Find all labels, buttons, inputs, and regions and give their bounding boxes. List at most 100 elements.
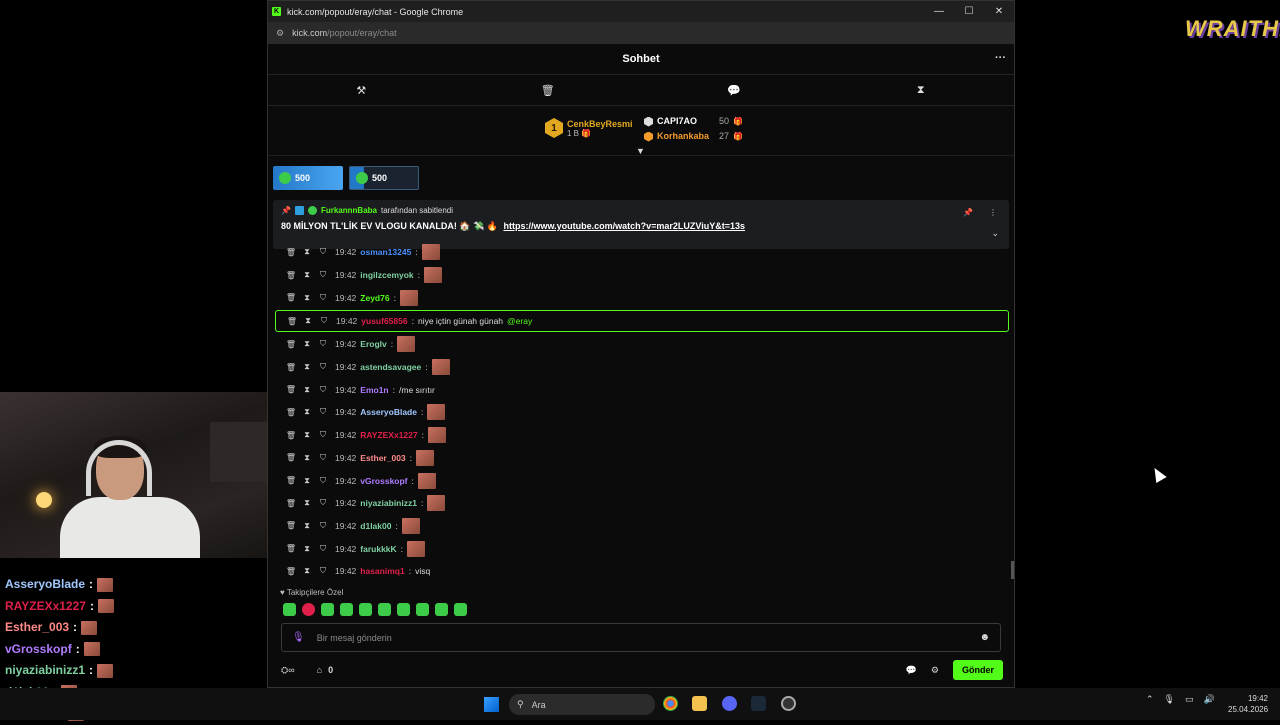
emote-button[interactable] (397, 603, 410, 616)
taskbar-clock[interactable]: 19:42 25.04.2026 (1228, 693, 1268, 715)
hourglass-icon[interactable]: ⧗ (301, 476, 313, 486)
chat-message[interactable]: 🗑 ⧗ ⛉ 19:42 d1lak00: (275, 515, 1009, 538)
hourglass-icon[interactable]: ⧗ (301, 339, 313, 349)
emote-button[interactable] (378, 603, 391, 616)
close-button[interactable]: ✕ (984, 6, 1014, 17)
chat-message[interactable]: 🗑 ⧗ ⛉ 19:42 Zeyd76: (275, 286, 1009, 309)
gift-box-icon[interactable]: ⌂ (317, 665, 322, 675)
trash-icon[interactable]: 🗑 (286, 317, 298, 326)
hourglass-icon[interactable]: ⧗ (301, 566, 313, 576)
app-icon[interactable] (781, 696, 796, 711)
trash-icon[interactable]: 🗑 (285, 385, 297, 394)
message-username[interactable]: yusuf65856 (361, 316, 407, 326)
emote-button[interactable] (435, 603, 448, 616)
message-username[interactable]: ingilzcemyok (360, 270, 413, 280)
hammer-icon[interactable]: ⚒ (268, 84, 455, 97)
message-username[interactable]: astendsavagee (360, 362, 421, 372)
message-username[interactable]: osman13245 (360, 247, 411, 257)
leaderboard-item[interactable]: CAPI7AO 50 🎁 (644, 114, 743, 129)
chat-message[interactable]: 🗑 ⧗ ⛉ 19:42 yusuf65856: niye içtin günah güna… (275, 310, 1009, 333)
shield-icon[interactable]: ⛉ (317, 270, 329, 280)
trash-icon[interactable]: 🗑 (285, 431, 297, 440)
message-username[interactable]: niyaziabinizz1 (360, 498, 417, 508)
trash-icon[interactable]: 🗑 (285, 499, 297, 508)
discord-app-icon[interactable] (722, 696, 737, 711)
message-username[interactable]: hasanimq1 (360, 566, 404, 576)
microphone-icon[interactable]: 🎙 (1164, 694, 1175, 705)
address-bar[interactable]: ⚙ kick.com/popout/eray/chat (268, 22, 1014, 44)
message-username[interactable]: Emo1n (360, 385, 388, 395)
emote-button[interactable] (359, 603, 372, 616)
shield-icon[interactable]: ⛉ (317, 521, 329, 531)
more-options-icon[interactable]: ··· (995, 52, 1006, 64)
microphone-icon[interactable]: 🎙 (292, 632, 305, 643)
chat-message[interactable]: 🗑 ⧗ ⛉ 19:42 osman13245: (275, 241, 1009, 264)
collapse-icon[interactable]: ▼ (636, 146, 645, 156)
leaderboard-first[interactable]: 1 CenkBeyResmi 1 B 🎁 (545, 118, 633, 138)
pinned-link[interactable]: https://www.youtube.com/watch?v=mar2LUZV… (503, 221, 745, 231)
shield-icon[interactable]: ⛉ (317, 453, 329, 463)
hourglass-icon[interactable]: ⧗ (301, 270, 313, 280)
leaderboard-item[interactable]: Korhankaba 27 🎁 (644, 129, 743, 144)
emote-button[interactable] (454, 603, 467, 616)
site-settings-icon[interactable]: ⚙ (276, 28, 284, 39)
shield-icon[interactable]: ⛉ (317, 293, 329, 303)
emote-button[interactable] (302, 603, 315, 616)
kicks-boost-2[interactable]: 500 (349, 166, 419, 190)
emote-button[interactable] (340, 603, 353, 616)
trash-icon[interactable]: 🗑 (285, 567, 297, 576)
chat-message-input[interactable] (316, 632, 980, 643)
hourglass-icon[interactable]: ⧗ (301, 293, 313, 303)
file-explorer-icon[interactable] (692, 696, 707, 711)
chat-message[interactable]: 🗑 ⧗ ⛉ 19:42 farukkkK: (275, 537, 1009, 560)
chat-message[interactable]: 🗑 ⧗ ⛉ 19:42 niyaziabinizz1: (275, 492, 1009, 515)
chevron-up-icon[interactable]: ⌃ (1146, 694, 1154, 705)
chrome-app-icon[interactable] (663, 696, 678, 711)
trash-icon[interactable]: 🗑 (285, 476, 297, 485)
settings-icon[interactable]: ⚙ (931, 665, 939, 676)
scrollbar[interactable] (1011, 561, 1014, 579)
message-username[interactable]: farukkkK (360, 544, 396, 554)
pinned-menu-icon[interactable]: ⋮ (989, 208, 997, 217)
emoji-picker-icon[interactable]: ☻ (979, 632, 990, 643)
chat-bubble-icon[interactable]: 💬 (641, 84, 828, 97)
trash-icon[interactable]: 🗑 (285, 271, 297, 280)
hourglass-icon[interactable]: ⧗ (301, 453, 313, 463)
hourglass-icon[interactable]: ⧗ (301, 407, 313, 417)
chat-message[interactable]: 🗑 ⧗ ⛉ 19:42 Esther_003: (275, 447, 1009, 470)
taskbar-search[interactable]: ⚲ Ara (509, 694, 655, 715)
message-username[interactable]: Esther_003 (360, 453, 405, 463)
volume-icon[interactable]: 🔊 (1204, 694, 1215, 705)
hourglass-icon[interactable]: ⧗ (301, 247, 313, 257)
trash-icon[interactable]: 🗑 (455, 84, 642, 97)
unpin-icon[interactable]: 📌 (963, 208, 973, 217)
message-username[interactable]: RAYZEXx1227 (360, 430, 417, 440)
shield-icon[interactable]: ⛉ (317, 385, 329, 395)
hourglass-icon[interactable]: ⧗ (301, 430, 313, 440)
shield-icon[interactable]: ⛉ (317, 407, 329, 417)
trash-icon[interactable]: 🗑 (285, 521, 297, 530)
message-username[interactable]: AsseryoBlade (360, 407, 417, 417)
hourglass-icon[interactable]: ⧗ (301, 385, 313, 395)
chat-message[interactable]: 🗑 ⧗ ⛉ 19:42 RAYZEXx1227: (275, 424, 1009, 447)
chat-message[interactable]: 🗑 ⧗ ⛉ 19:42 hasanimq1: visq (275, 560, 1009, 583)
chat-message[interactable]: 🗑 ⧗ ⛉ 19:42 astendsavagee: (275, 356, 1009, 379)
pinned-by-user[interactable]: FurkannnBaba (321, 206, 377, 215)
chat-message[interactable]: 🗑 ⧗ ⛉ 19:42 Emo1n: /me sırıtır (275, 378, 1009, 401)
shield-icon[interactable]: ⛉ (317, 544, 329, 554)
steam-app-icon[interactable] (751, 696, 766, 711)
chat-message[interactable]: 🗑 ⧗ ⛉ 19:42 AsseryoBlade: (275, 401, 1009, 424)
message-username[interactable]: vGrosskopf (360, 476, 407, 486)
network-icon[interactable]: ▭ (1185, 694, 1194, 705)
hourglass-icon[interactable]: ⧗ (301, 521, 313, 531)
message-username[interactable]: Eroglv (360, 339, 386, 349)
chat-message[interactable]: 🗑 ⧗ ⛉ 19:42 vGrosskopf: (275, 469, 1009, 492)
shield-icon[interactable]: ⛉ (317, 339, 329, 349)
trash-icon[interactable]: 🗑 (285, 293, 297, 302)
maximize-button[interactable]: ☐ (954, 6, 984, 17)
shield-icon[interactable]: ⛉ (317, 362, 329, 372)
message-username[interactable]: Zeyd76 (360, 293, 389, 303)
start-button[interactable] (484, 697, 499, 712)
kicks-boost-1[interactable]: 500 (273, 166, 343, 190)
send-button[interactable]: Gönder (952, 660, 1003, 680)
